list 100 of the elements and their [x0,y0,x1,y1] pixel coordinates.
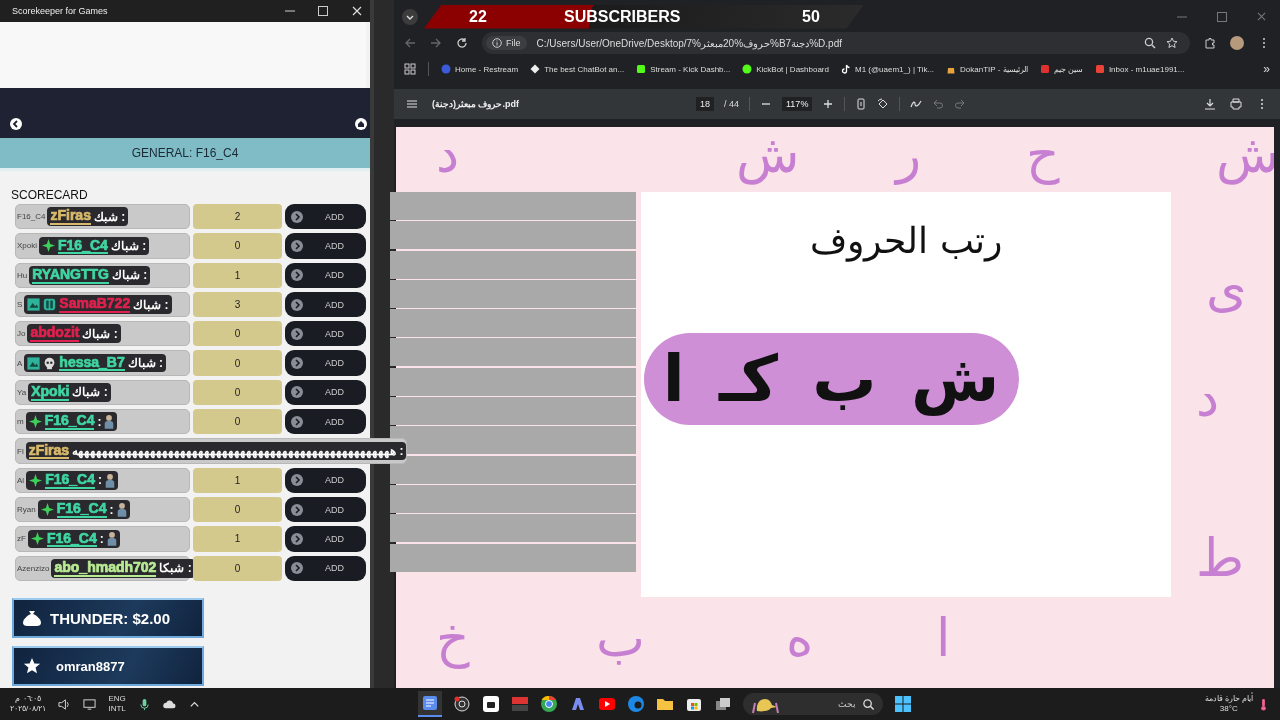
score-field[interactable]: 1 [193,467,282,493]
add-button[interactable]: ADD [285,379,366,406]
print-icon[interactable] [1230,98,1242,110]
add-button[interactable]: ADD [285,321,366,347]
score-field[interactable]: 2 [193,204,282,230]
site-favicon-icon [1039,64,1050,74]
windows-start-icon[interactable] [894,695,912,713]
picture-badge-icon [27,356,41,370]
microphone-icon[interactable] [137,697,151,711]
file-chip[interactable]: File [486,36,527,50]
score-field[interactable]: 0 [193,350,282,376]
decorative-letter: ى [1206,257,1247,320]
language-label[interactable]: ENG [108,694,126,704]
fit-page-icon[interactable] [855,98,868,110]
keyboard-layout-label[interactable]: INTL [108,704,126,714]
robot-app-icon[interactable] [482,695,500,713]
add-button[interactable]: ADD [285,291,366,318]
tab-list-icon[interactable] [402,8,418,25]
menu-icon[interactable] [406,98,418,110]
reload-icon[interactable] [456,37,468,49]
banner-title: SUBSCRIBERS [564,7,682,26]
bookmark-link[interactable]: The best ChatBot an... [530,64,625,74]
player-name: Al [17,475,25,485]
score-field[interactable]: 0 [193,496,282,523]
weather-text[interactable]: أيام حارة قادمة [1204,694,1253,704]
forward-icon[interactable] [430,37,442,49]
chat-message: F16_C4 : [26,470,118,490]
score-field[interactable]: 0 [193,233,282,259]
add-button[interactable]: ADD [285,526,366,552]
player-name-field[interactable]: Al F16_C4 : [15,467,190,493]
rotate-icon[interactable] [877,98,890,110]
alert-text: omran8877 [56,658,125,674]
back-icon[interactable] [10,118,22,130]
zoom-in-icon[interactable] [822,98,835,110]
player-name-field[interactable]: m F16_C4 : [15,409,190,435]
sparkle-badge-icon [42,239,55,253]
score-field[interactable]: 0 [193,409,282,435]
bookmark-link[interactable]: Inbox - m1uae1991... [1094,64,1185,74]
score-field[interactable]: 0 [193,555,282,581]
alert-text: THUNDER: $2.00 [50,609,171,627]
add-button[interactable]: ADD [285,555,366,581]
extensions-icon[interactable] [1204,37,1216,49]
score-field[interactable]: 0 [193,379,282,406]
player-name-field[interactable]: Ryan F16_C4 : [15,496,190,523]
arrow-circle-icon [291,210,303,223]
arrow-circle-icon [291,298,303,311]
player-name-field[interactable]: zF F16_C4 : [15,526,190,552]
score-field[interactable]: 0 [193,321,282,347]
person-emoji-icon [104,414,115,430]
player-name: F16_C4 [17,212,46,222]
sparkle-badge-icon [29,473,43,487]
camera-shutter-app-icon[interactable] [453,695,471,713]
monitor-icon[interactable] [83,697,97,711]
volume-icon[interactable] [58,697,72,711]
score-field[interactable]: 1 [193,262,282,288]
search-field[interactable]: بحث [743,693,883,715]
page-number-field[interactable]: 18 [696,97,714,111]
score-field[interactable]: 1 [193,526,282,552]
download-icon[interactable] [1204,98,1216,110]
arrow-circle-icon [291,239,303,252]
clock-date[interactable]: ٢٠٢٥/٠٨/٢١ [10,704,47,714]
site-favicon-icon [530,64,541,74]
arrow-circle-icon [291,532,303,545]
mixer-app-icon[interactable] [511,695,529,713]
zoom-field[interactable]: 117% [782,97,813,111]
bookmark-link[interactable]: Home - Restream [441,64,519,74]
page-heading: رتب الحروف [810,220,1002,261]
bookmark-link[interactable]: M1 (@uaem1_) | Tik... [841,64,935,74]
add-button[interactable]: ADD [285,409,366,435]
chat-message: F16_C4 : [37,500,130,519]
play-button-app-icon[interactable] [598,695,616,713]
home-icon[interactable] [355,118,367,130]
add-button[interactable]: ADD [285,262,366,288]
apps-grid-icon[interactable] [404,63,416,75]
bookmark-link[interactable]: Stream - Kick Dashb... [636,64,731,74]
site-favicon-icon [441,64,451,74]
draw-icon[interactable] [910,98,923,110]
bookmark-link[interactable]: DokanTIP - الرئيسية [946,64,1028,74]
add-button[interactable]: ADD [285,350,366,376]
clock-time[interactable]: ٠٦:٠٥ م [15,694,41,704]
undo-icon[interactable] [932,98,945,110]
zoom-icon[interactable] [1144,37,1156,49]
notepad-app-icon[interactable] [418,691,442,717]
bookmark-link[interactable]: سين جيم [1039,64,1083,74]
add-button[interactable]: ADD [285,233,366,259]
task-view-icon[interactable] [714,695,732,713]
add-button[interactable]: ADD [285,467,366,493]
profile-avatar[interactable] [1230,36,1244,50]
score-field[interactable]: 3 [193,291,282,318]
more-bookmarks-button[interactable]: » [1263,62,1270,76]
add-button[interactable]: ADD [285,204,366,230]
pdf-filename: حروف مبعثر(دجنة).pdf [432,99,520,109]
subscriber-goal: 50 [802,7,820,26]
maximize-icon[interactable] [318,6,328,16]
decorative-letter: د [1196,367,1220,430]
add-button[interactable]: ADD [285,496,366,523]
bookmark-link[interactable]: KickBot | Dashboard [742,64,829,74]
redo-icon[interactable] [954,98,967,110]
bookmark-star-icon[interactable] [1166,37,1178,49]
temperature[interactable]: 38°C [1219,704,1238,714]
